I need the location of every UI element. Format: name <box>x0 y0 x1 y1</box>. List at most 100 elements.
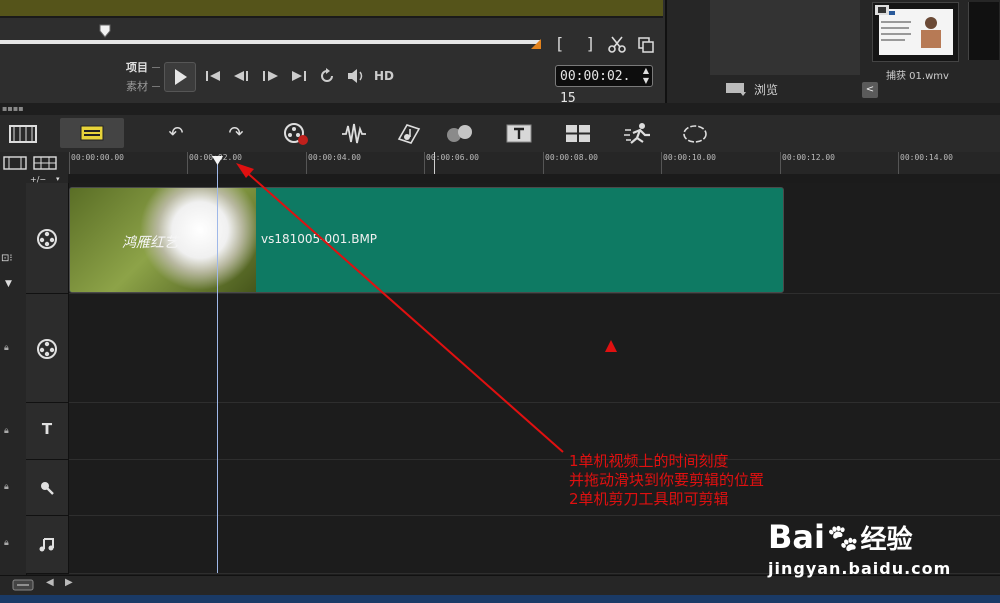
scroll-left-icon[interactable]: ◀ <box>46 577 54 588</box>
track-sidebar <box>0 183 27 575</box>
record-capture-icon[interactable] <box>282 121 310 147</box>
ruler-tick <box>780 152 781 174</box>
timeline-view-button[interactable] <box>60 118 124 148</box>
browse-folder-icon[interactable] <box>724 80 750 98</box>
ruler-tick-label: 00:00:08.00 <box>545 153 598 162</box>
baidu-brand: Bai <box>768 518 825 556</box>
title-track-lane[interactable] <box>69 403 1000 460</box>
copy-frame-icon[interactable] <box>637 36 655 54</box>
timeline-view-icon <box>80 125 104 141</box>
clip-mode-label[interactable]: 素材 <box>126 78 148 94</box>
mode-dash <box>152 67 160 68</box>
baidu-watermark-logo: Bai🐾︎经验 <box>768 518 913 556</box>
baidu-jingyan: 经验 <box>860 525 913 555</box>
ruler-tick <box>898 152 899 174</box>
timecode-display[interactable]: 00:00:02. 15 <box>555 65 653 106</box>
annotation-instructions: 1单机视频上的时间刻度 并拖动滑块到你要剪辑的位置 2单机剪刀工具即可剪辑 <box>569 452 765 508</box>
clip-thumbnail-caption: 鸿雁红艺 <box>122 235 178 251</box>
split-screen-icon[interactable] <box>564 122 592 146</box>
motion-track-icon[interactable] <box>444 121 476 147</box>
music-track-header[interactable] <box>26 516 69 574</box>
preview-scrub-bar[interactable] <box>0 40 540 44</box>
clip-name: vs181005-001.BMP <box>261 232 378 246</box>
scroll-right-icon[interactable]: ▶ <box>65 577 73 588</box>
title-track-header[interactable]: T <box>26 403 69 460</box>
mark-in-icon[interactable]: [ <box>553 34 567 54</box>
playhead-handle-icon[interactable] <box>212 156 223 166</box>
music-track-lock-icon[interactable]: 🔒︎ <box>4 538 9 548</box>
mark-out-icon[interactable]: ] <box>583 34 597 54</box>
audio-mixer-icon[interactable] <box>340 121 368 147</box>
os-taskbar <box>0 595 1000 603</box>
undo-icon[interactable]: ↶ <box>161 121 191 147</box>
voice-track-header[interactable] <box>26 460 69 516</box>
preview-video-frame <box>0 0 663 18</box>
scissors-icon[interactable] <box>608 35 626 53</box>
voice-track-icon <box>41 482 54 495</box>
ruler-tick-label: 00:00:10.00 <box>663 153 716 162</box>
project-end-marker <box>434 152 435 174</box>
overlay-track-lock-icon[interactable]: 🔒︎ <box>4 343 9 353</box>
overlay-track-header[interactable] <box>26 294 69 403</box>
ruler-tick-label: 00:00:12.00 <box>782 153 835 162</box>
playhead-line[interactable] <box>217 160 218 573</box>
volume-icon[interactable] <box>346 67 366 85</box>
ruler-tick <box>543 152 544 174</box>
title-icon[interactable] <box>505 122 533 146</box>
title-track-icon: T <box>41 420 53 438</box>
browse-button[interactable]: 浏览 <box>754 81 778 98</box>
library-thumbnail-label: 捕获 01.wmv <box>886 71 949 82</box>
library-thumbnail[interactable] <box>872 2 959 62</box>
trim-end-marker-icon[interactable] <box>530 38 542 50</box>
go-to-end-icon[interactable] <box>290 68 308 84</box>
ripple-edit-icon[interactable]: ⊡⁝ <box>1 253 13 264</box>
play-button[interactable] <box>164 62 196 92</box>
library-folder-pane <box>710 0 860 75</box>
ruler-tick <box>69 152 70 174</box>
next-frame-icon[interactable] <box>260 68 280 84</box>
overlay-track-lane[interactable] <box>69 294 1000 403</box>
fit-project-icon[interactable] <box>12 579 34 591</box>
scrub-handle-icon[interactable] <box>99 24 111 38</box>
overlay-track-icon <box>37 339 57 359</box>
go-to-start-icon[interactable] <box>204 68 222 84</box>
panel-splitter[interactable]: ▪▪▪▪ <box>0 103 1000 115</box>
redo-icon[interactable]: ↷ <box>221 121 251 147</box>
voice-track-lane[interactable] <box>69 460 1000 516</box>
zoom-dropdown-icon[interactable]: ▾ <box>56 175 60 183</box>
auto-music-icon[interactable] <box>395 121 423 147</box>
add-track-icon[interactable] <box>3 156 27 170</box>
voice-track-lock-icon[interactable]: 🔒︎ <box>4 482 9 492</box>
timeline-toolbar <box>0 115 1000 153</box>
timecode-stepper[interactable]: ▲ ▼ <box>640 66 652 86</box>
previous-frame-icon[interactable] <box>232 68 252 84</box>
ruler-tick <box>661 152 662 174</box>
library-scroll-left-icon[interactable]: < <box>862 82 878 98</box>
ruler-tick <box>424 152 425 174</box>
storyboard-view-icon[interactable] <box>8 122 38 146</box>
sidebar-collapse-icon[interactable]: ▼ <box>5 279 12 289</box>
speed-icon[interactable] <box>623 121 653 147</box>
hd-toggle[interactable]: HD <box>374 69 394 83</box>
ruler-tick <box>306 152 307 174</box>
play-icon <box>175 69 187 85</box>
video-track-header[interactable] <box>26 183 69 294</box>
repeat-icon[interactable] <box>318 67 336 85</box>
title-track-lock-icon[interactable]: 🔒︎ <box>4 426 9 436</box>
track-manager-icon[interactable] <box>33 156 57 170</box>
ruler-tick-label: 00:00:04.00 <box>308 153 361 162</box>
video-clip[interactable]: 鸿雁红艺 vs181005-001.BMP <box>69 187 784 293</box>
ruler-tick <box>187 152 188 174</box>
film-strip-icon <box>875 5 889 15</box>
ruler-tick-label: 00:00:00.00 <box>71 153 124 162</box>
baidu-watermark-url: jingyan.baidu.com <box>768 559 952 578</box>
library-thumbnail-partial[interactable] <box>968 2 999 60</box>
path-icon[interactable] <box>681 121 709 147</box>
music-track-icon <box>39 538 54 552</box>
baidu-paw-icon: 🐾︎ <box>824 522 861 555</box>
mode-dash <box>152 86 160 87</box>
project-mode-label[interactable]: 项目 <box>126 59 148 75</box>
timeline-scroll-bar[interactable] <box>0 575 1000 596</box>
video-track-icon <box>37 229 57 249</box>
ruler-tick-label: 00:00:14.00 <box>900 153 953 162</box>
